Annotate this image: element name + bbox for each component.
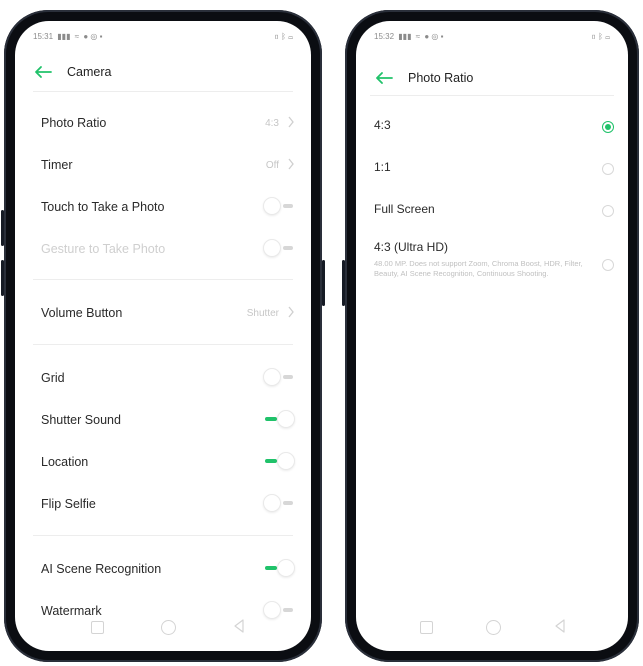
radio-selected[interactable]: [602, 121, 614, 133]
bluetooth-icon: ᛒ: [281, 32, 286, 41]
flip-selfie-toggle[interactable]: [263, 494, 295, 512]
setting-label: Touch to Take a Photo: [41, 200, 165, 214]
page-title: Photo Ratio: [408, 71, 474, 85]
camera-settings-screen: 15:31 ▮▮▮ ≈ ● ◎ ▪ ▯ ᛒ ▭ Camera Photo Rat…: [15, 21, 311, 651]
divider: [33, 91, 293, 92]
radio-unselected[interactable]: [602, 163, 614, 175]
setting-label: Grid: [41, 371, 65, 385]
setting-value: Shutter: [246, 308, 279, 319]
shutter-sound-toggle[interactable]: [263, 410, 295, 428]
setting-timer[interactable]: Timer Off: [15, 149, 311, 183]
battery-icon: ▭: [605, 32, 610, 41]
ai-scene-recognition-toggle[interactable]: [263, 559, 295, 577]
setting-flip-selfie: Flip Selfie: [15, 488, 311, 522]
phone-photo-ratio: 15:32 ▮▮▮ ≈ ● ◎ ▪ ▯ ᛒ ▭ Photo Ratio 4:3 …: [342, 10, 639, 662]
divider: [370, 95, 614, 96]
volume-down-button: [1, 260, 4, 296]
status-time: 15:32: [374, 32, 395, 41]
setting-label: Gesture to Take Photo: [41, 242, 166, 256]
volume-up-button: [1, 210, 4, 246]
ratio-option-full-screen[interactable]: Full Screen: [356, 197, 628, 225]
setting-location: Location: [15, 446, 311, 480]
triangle-back-icon[interactable]: [554, 619, 566, 633]
photo-ratio-header: Photo Ratio: [356, 63, 628, 93]
divider: [33, 279, 293, 280]
wifi-icon: ≈: [74, 32, 80, 41]
touch-to-take-photo-toggle[interactable]: [263, 197, 295, 215]
setting-ai-scene-recognition: AI Scene Recognition: [15, 553, 311, 587]
volume-button: [342, 260, 345, 306]
setting-label: Volume Button: [41, 306, 123, 320]
setting-value: Off: [265, 160, 279, 171]
option-label: 1:1: [374, 160, 391, 174]
setting-photo-ratio[interactable]: Photo Ratio 4:3: [15, 107, 311, 141]
setting-label: AI Scene Recognition: [41, 562, 162, 576]
grid-toggle[interactable]: [263, 368, 295, 386]
status-bar: 15:32 ▮▮▮ ≈ ● ◎ ▪ ▯ ᛒ ▭: [356, 27, 628, 45]
status-time: 15:31: [33, 32, 54, 41]
divider: [33, 344, 293, 345]
signal-icon: ▮▮▮: [398, 32, 412, 41]
camera-header: Camera: [15, 57, 311, 87]
chevron-right-icon: [288, 306, 294, 318]
setting-shutter-sound: Shutter Sound: [15, 404, 311, 438]
system-nav-bar: [356, 613, 628, 643]
ratio-option-4-3-ultra-hd[interactable]: 4:3 (Ultra HD) 48.00 MP. Does not suppor…: [356, 237, 628, 293]
divider: [33, 535, 293, 536]
notification-icons: ● ◎ ▪: [83, 32, 103, 41]
power-button: [322, 260, 325, 306]
notification-icons: ● ◎ ▪: [424, 32, 444, 41]
system-nav-bar: [15, 613, 311, 643]
setting-label: Location: [41, 455, 89, 469]
signal-icon: ▮▮▮: [57, 32, 71, 41]
setting-label: Flip Selfie: [41, 497, 96, 511]
location-toggle[interactable]: [263, 452, 295, 470]
square-icon[interactable]: [91, 621, 104, 634]
page-title: Camera: [67, 65, 112, 79]
bluetooth-icon: ᛒ: [598, 32, 603, 41]
circle-icon[interactable]: [486, 620, 501, 635]
back-arrow-icon[interactable]: [374, 70, 394, 86]
option-label: Full Screen: [374, 202, 435, 216]
option-description: 48.00 MP. Does not support Zoom, Chroma …: [374, 259, 583, 278]
chevron-right-icon: [288, 116, 294, 128]
setting-value: 4:3: [265, 118, 279, 129]
triangle-back-icon[interactable]: [233, 619, 245, 633]
ratio-option-1-1[interactable]: 1:1: [356, 155, 628, 183]
wifi-icon: ≈: [415, 32, 421, 41]
setting-label: Timer: [41, 158, 73, 172]
setting-grid: Grid: [15, 362, 311, 396]
status-bar: 15:31 ▮▮▮ ≈ ● ◎ ▪ ▯ ᛒ ▭: [15, 27, 311, 45]
radio-unselected[interactable]: [602, 205, 614, 217]
chevron-right-icon: [288, 158, 294, 170]
radio-unselected[interactable]: [602, 259, 614, 271]
option-label: 4:3: [374, 118, 391, 132]
option-label: 4:3 (Ultra HD): [374, 240, 449, 254]
circle-icon[interactable]: [161, 620, 176, 635]
setting-label: Photo Ratio: [41, 116, 107, 130]
back-arrow-icon[interactable]: [33, 64, 53, 80]
vibrate-icon: ▯: [591, 32, 596, 41]
setting-volume-button[interactable]: Volume Button Shutter: [15, 297, 311, 331]
square-icon[interactable]: [420, 621, 433, 634]
setting-gesture-to-take-photo: Gesture to Take Photo: [15, 233, 311, 267]
phone-camera-settings: 15:31 ▮▮▮ ≈ ● ◎ ▪ ▯ ᛒ ▭ Camera Photo Rat…: [1, 10, 325, 662]
battery-icon: ▭: [288, 32, 293, 41]
vibrate-icon: ▯: [274, 32, 279, 41]
setting-touch-to-take-photo: Touch to Take a Photo: [15, 191, 311, 225]
gesture-to-take-photo-toggle: [263, 239, 295, 257]
setting-label: Shutter Sound: [41, 413, 121, 427]
photo-ratio-screen: 15:32 ▮▮▮ ≈ ● ◎ ▪ ▯ ᛒ ▭ Photo Ratio 4:3 …: [356, 21, 628, 651]
ratio-option-4-3[interactable]: 4:3: [356, 113, 628, 141]
